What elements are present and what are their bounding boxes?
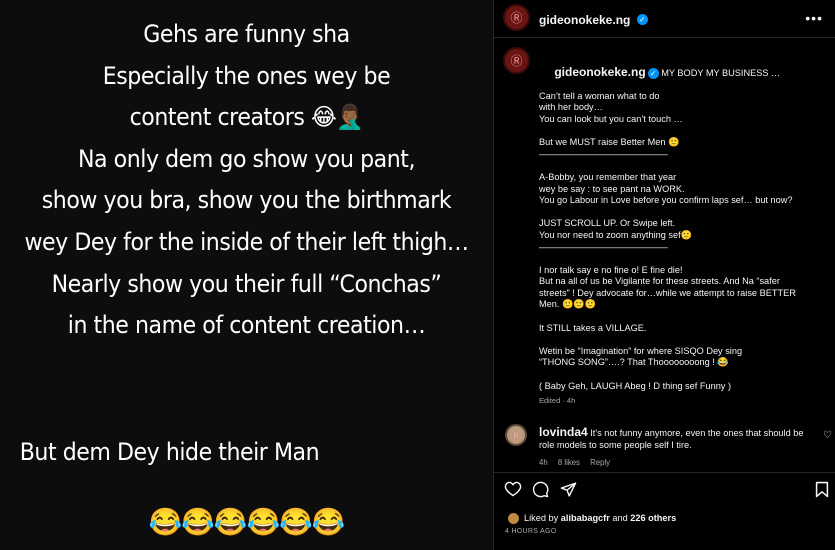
- image-text-line: Gehs are funny sha: [143, 20, 350, 48]
- caption-line: ——————————————: [539, 148, 668, 159]
- post-side-panel: gideonokeke.ng ✓ ••• gideonokeke.ng✓ MY …: [494, 0, 835, 550]
- caption-line: Wetin be “Imagination” for where SISQO D…: [539, 345, 743, 356]
- image-emoji-row: 😂😂😂😂😂😂: [148, 507, 346, 537]
- comment-bubble-icon[interactable]: [532, 481, 549, 503]
- caption-line: It STILL takes a VILLAGE.: [539, 322, 647, 333]
- caption-line: JUST SCROLL UP. Or Swipe left.: [539, 218, 676, 229]
- post-timestamp: 4 HOURS AGO: [505, 528, 557, 535]
- liker-avatar: [508, 513, 519, 525]
- likes-middle: and: [609, 513, 631, 523]
- caption-line: with her body…: [539, 102, 603, 113]
- image-text-line: show you bra, show you the birthmark: [41, 186, 452, 215]
- verified-badge-icon: ✓: [636, 14, 648, 26]
- image-text-line: wey Dey for the inside of their left thi…: [24, 227, 469, 256]
- comment-like-heart-icon[interactable]: ♡: [823, 430, 832, 441]
- caption-line: You go Labour in Love before you confirm…: [539, 195, 793, 206]
- caption-line: I nor talk say e no fine o! E fine die!: [539, 264, 683, 275]
- caption-line: [539, 369, 819, 381]
- comment-avatar[interactable]: [505, 424, 527, 446]
- header-user[interactable]: gideonokeke.ng ✓: [539, 11, 648, 29]
- caption-line: MY BODY MY BUSINESS …: [661, 67, 781, 78]
- header-username[interactable]: gideonokeke.ng: [539, 13, 630, 27]
- caption-line: [539, 126, 819, 138]
- caption-username[interactable]: gideonokeke.ng: [554, 65, 645, 79]
- image-text-line: in the name of content creation…: [67, 311, 426, 340]
- image-text-block: Gehs are funny sha Especially the ones w…: [0, 14, 493, 347]
- like-heart-icon[interactable]: [504, 481, 522, 502]
- image-bottom-line: But dem Dey hide their Man: [19, 438, 320, 466]
- comment-meta: 4h 8 likes Reply: [539, 458, 618, 467]
- image-text-line: Nearly show you their full “Conchas”: [51, 269, 442, 298]
- liker-username[interactable]: alibabagcfr: [561, 513, 610, 523]
- header-avatar[interactable]: [503, 4, 530, 31]
- verified-badge-icon: ✓: [647, 67, 659, 79]
- image-text-line: content creators 😂🤦🏾‍♂️: [129, 103, 364, 132]
- post-header: gideonokeke.ng ✓ •••: [494, 0, 835, 38]
- comment-time: 4h: [539, 458, 548, 467]
- caption-line: But na all of us be Vigilante for these …: [539, 276, 780, 287]
- comment: lovinda4 It's not funny anymore, even th…: [539, 425, 809, 451]
- caption-line: [539, 253, 819, 265]
- caption-avatar[interactable]: [503, 47, 530, 74]
- more-options-icon[interactable]: •••: [805, 10, 823, 26]
- caption-line: But we MUST raise Better Men 🙂: [539, 137, 680, 148]
- image-text-line: Especially the ones wey be: [102, 61, 391, 90]
- post-image[interactable]: Gehs are funny sha Especially the ones w…: [0, 0, 493, 550]
- caption-line: Can’t tell a woman what to do: [539, 90, 660, 101]
- caption-line: streets” ! Dey advocate for…while we att…: [539, 287, 796, 298]
- caption-line: [539, 160, 819, 172]
- caption-line: You nor need to zoom anything sef🙂: [539, 229, 693, 240]
- likes-prefix: Liked by: [524, 513, 561, 523]
- likes-summary[interactable]: Liked by alibabagcfr and 226 others: [508, 513, 676, 525]
- caption-line: A-Bobby, you remember that year: [539, 171, 677, 182]
- caption-line: [539, 334, 819, 346]
- save-bookmark-icon[interactable]: [815, 481, 829, 503]
- caption-line: [539, 207, 819, 219]
- caption-line: You can look but you can’t touch …: [539, 113, 683, 124]
- caption-line: Men. 🙂🙂🙂: [539, 299, 597, 310]
- comment-reply-button[interactable]: Reply: [590, 458, 610, 467]
- caption-line: wey be say : to see pant na WORK.: [539, 183, 685, 194]
- likes-others[interactable]: 226 others: [630, 513, 676, 523]
- caption-edited-time: Edited · 4h: [539, 396, 576, 406]
- comment-username[interactable]: lovinda4: [539, 425, 588, 439]
- caption-line: ——————————————: [539, 241, 668, 252]
- action-bar: [494, 472, 835, 498]
- caption-line: ( Baby Geh, LAUGH Abeg ! D thing sef Fun…: [539, 380, 732, 391]
- share-send-icon[interactable]: [560, 481, 577, 503]
- caption: gideonokeke.ng ✓ MY BODY MY BUSINESS … Ca…: [539, 55, 819, 407]
- image-text-line: Na only dem go show you pant,: [77, 144, 416, 173]
- comment-likes[interactable]: 8 likes: [558, 458, 580, 467]
- caption-line: [539, 311, 819, 323]
- caption-line: “THONG SONG”….? That Thoooooooong ! 😂: [539, 357, 729, 368]
